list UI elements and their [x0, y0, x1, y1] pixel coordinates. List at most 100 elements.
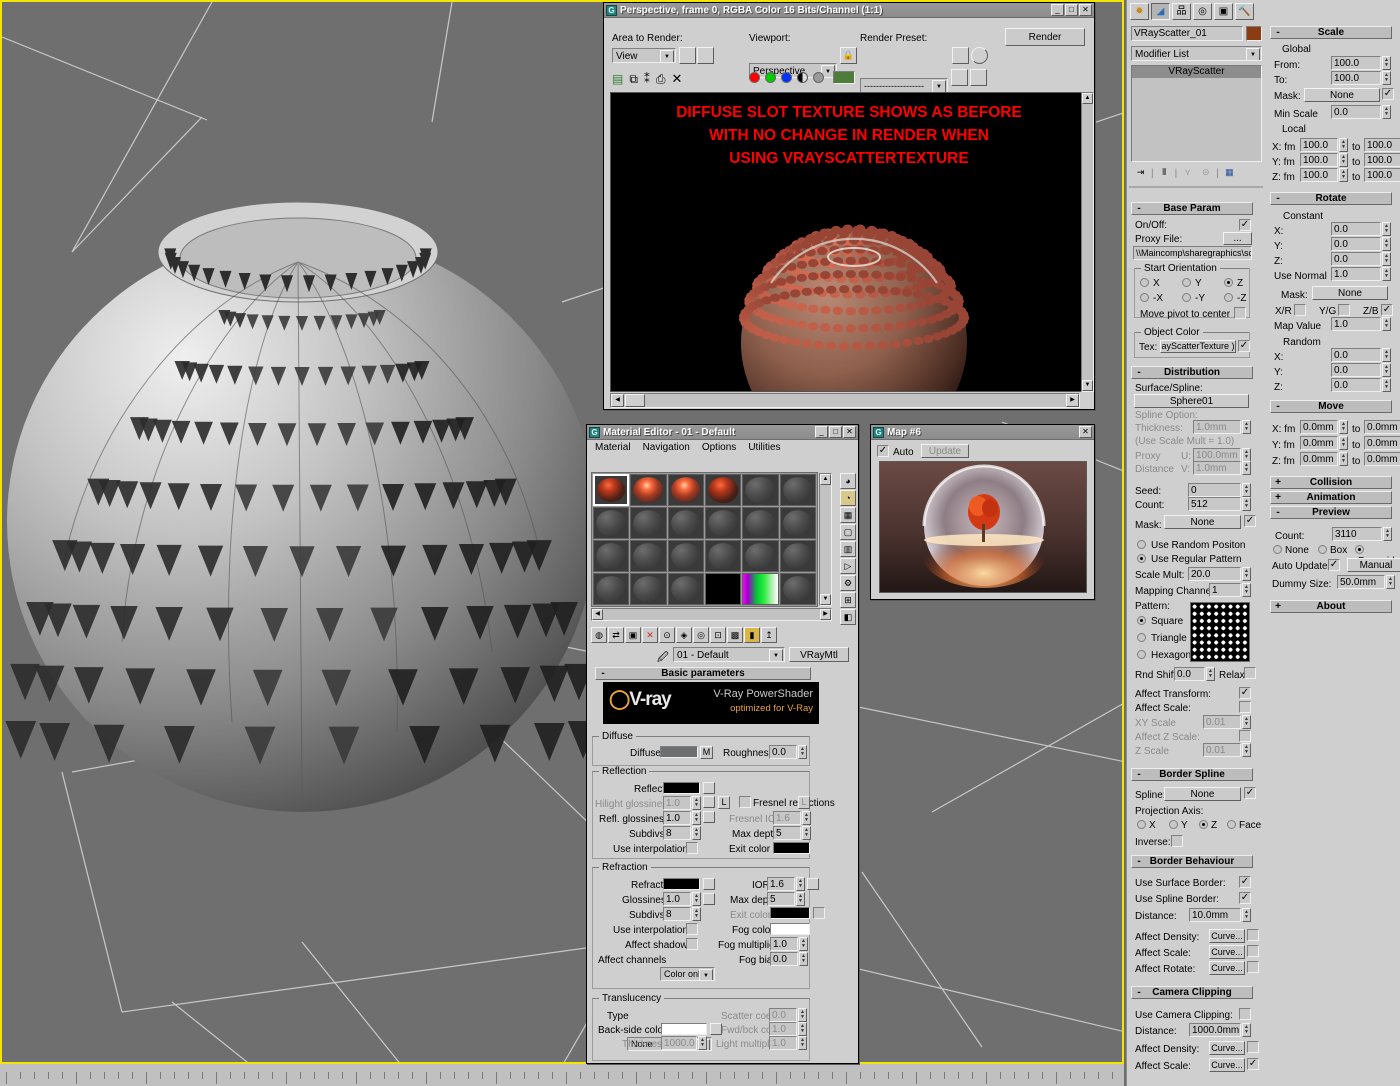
- refraction-glossiness-map-button[interactable]: [703, 893, 715, 905]
- get-material-icon[interactable]: ◍: [591, 627, 607, 643]
- clone-image-icon[interactable]: ⁑: [644, 72, 650, 86]
- use-regular-pattern-radio[interactable]: [1137, 554, 1146, 563]
- refract-map-button[interactable]: [703, 878, 715, 890]
- refraction-glossiness-spinner[interactable]: ▲ ▼: [692, 892, 701, 906]
- xy-scale-value[interactable]: 0.01: [1203, 715, 1241, 729]
- border-spline-rollout[interactable]: - Border Spline: [1131, 768, 1253, 781]
- sample-slot[interactable]: [593, 474, 630, 506]
- projection-y-radio[interactable]: [1169, 820, 1178, 829]
- reflection-exit-color-swatch[interactable]: [773, 842, 810, 854]
- material-editor-toolbar[interactable]: ◍ ⇄ ▣ ✕ ⊙ ◈ ◎ ⊡ ▩ ▮ ↥: [591, 627, 777, 643]
- rotate-random-x-value[interactable]: 0.0: [1331, 348, 1381, 362]
- border-affect-rotate-button[interactable]: Curve...: [1209, 961, 1245, 975]
- eyedropper-icon[interactable]: 🖉: [657, 649, 669, 668]
- base-param-rollout[interactable]: - Base Param: [1131, 202, 1253, 215]
- camera-distance-spinner[interactable]: ▲ ▼: [1242, 1023, 1251, 1037]
- sample-slot[interactable]: [630, 507, 667, 539]
- projection-z-radio[interactable]: [1199, 820, 1208, 829]
- refl-glossiness-map-button[interactable]: [703, 811, 715, 823]
- slot-hscrollbar[interactable]: ◀ ▶: [591, 608, 832, 621]
- distribution-rollout[interactable]: - Distribution: [1131, 366, 1253, 379]
- border-affect-scale-button[interactable]: Curve...: [1209, 945, 1245, 959]
- seed-value[interactable]: 0: [1188, 483, 1241, 497]
- scroll-right-icon[interactable]: ▶: [820, 609, 831, 620]
- timeline-ruler[interactable]: [0, 1064, 1124, 1086]
- mapping-channel-spinner[interactable]: ▲ ▼: [1242, 583, 1251, 597]
- pattern-hexagon-radio[interactable]: [1137, 650, 1146, 659]
- auto-update-checkbox[interactable]: ✓: [1328, 559, 1340, 571]
- close-button[interactable]: ✕: [843, 426, 856, 438]
- background-color-swatch[interactable]: [833, 71, 855, 84]
- menu-material[interactable]: Material: [589, 441, 637, 455]
- preview-count-value[interactable]: 3110: [1332, 527, 1382, 541]
- make-preview-icon[interactable]: ▷: [840, 558, 856, 574]
- ior-spinner[interactable]: ▲ ▼: [796, 877, 805, 891]
- configure-sets-icon[interactable]: ▦: [1222, 166, 1237, 180]
- move-z-from-spinner[interactable]: ▲ ▼: [1339, 452, 1348, 466]
- reflection-max-depth-value[interactable]: 5: [773, 826, 801, 840]
- pin-stack-icon[interactable]: ⇥: [1133, 166, 1148, 180]
- move-pivot-checkbox[interactable]: [1234, 307, 1246, 319]
- scroll-up-icon[interactable]: ▲: [820, 474, 831, 485]
- use-spline-border-checkbox[interactable]: ✓: [1239, 892, 1251, 904]
- close-button[interactable]: ✕: [1079, 4, 1092, 16]
- mapping-channel-value[interactable]: 1: [1209, 583, 1241, 597]
- assign-material-icon[interactable]: ▣: [625, 627, 641, 643]
- reflection-subdivs-value[interactable]: 8: [663, 826, 691, 840]
- scale-from-spinner[interactable]: ▲ ▼: [1382, 56, 1391, 70]
- fog-bias-value[interactable]: 0.0: [770, 952, 798, 966]
- sample-type-icon[interactable]: ◕: [840, 473, 856, 489]
- roughness-value[interactable]: 0.0: [769, 745, 797, 759]
- fresnel-ior-spinner[interactable]: ▲ ▼: [802, 811, 811, 825]
- rnd-shift-value[interactable]: 0.0: [1174, 667, 1205, 681]
- hilight-lock-button[interactable]: L: [718, 796, 730, 809]
- lock-icon[interactable]: 🔒: [840, 47, 857, 64]
- command-panel[interactable]: ✹ ◢ 品 ◎ ▣ 🔨 VRayScatter_01 Modifier List…: [1126, 0, 1400, 1086]
- manual-button[interactable]: Manual: [1347, 558, 1400, 572]
- material-editor-window[interactable]: G Material Editor - 01 - Default _ □ ✕ M…: [586, 424, 859, 1064]
- scroll-down-icon[interactable]: ▼: [1082, 380, 1093, 391]
- camera-affect-density-button[interactable]: Curve...: [1209, 1041, 1245, 1055]
- mask-checkbox[interactable]: ✓: [1244, 515, 1256, 527]
- thickness-value[interactable]: 1000.0: [661, 1036, 697, 1050]
- sample-slot[interactable]: [593, 507, 630, 539]
- menu-utilities[interactable]: Utilities: [742, 441, 786, 455]
- slot-vscrollbar[interactable]: ▲ ▼: [819, 473, 832, 606]
- preview-rollout[interactable]: - Preview: [1270, 506, 1392, 519]
- proxy-u-spinner[interactable]: ▲ ▼: [1242, 448, 1251, 462]
- fog-color-swatch[interactable]: [770, 923, 810, 935]
- animation-rollout[interactable]: + Animation: [1270, 491, 1392, 504]
- border-affect-scale-checkbox[interactable]: [1247, 945, 1259, 957]
- rotate-y-value[interactable]: 0.0: [1331, 237, 1381, 251]
- scale-z-to[interactable]: 100.0: [1364, 168, 1400, 182]
- menu-navigation[interactable]: Navigation: [637, 441, 696, 455]
- scroll-up-icon[interactable]: ▲: [1082, 93, 1093, 104]
- sample-slot[interactable]: [779, 474, 816, 506]
- border-spline-checkbox[interactable]: ✓: [1244, 787, 1256, 799]
- use-camera-clipping-checkbox[interactable]: [1239, 1008, 1251, 1020]
- green-channel-icon[interactable]: [765, 72, 776, 83]
- tex-checkbox[interactable]: ✓: [1238, 340, 1250, 352]
- tex-button[interactable]: ayScatterTexture ): [1160, 340, 1236, 353]
- object-color-swatch[interactable]: [1246, 26, 1262, 41]
- rotate-mask-button[interactable]: None: [1312, 286, 1388, 300]
- move-rollout[interactable]: - Move: [1270, 400, 1392, 413]
- proxy-file-browse-button[interactable]: ...: [1223, 232, 1252, 245]
- scale-x-to[interactable]: 100.0: [1364, 138, 1400, 152]
- use-normal-value[interactable]: 1.0: [1331, 267, 1381, 281]
- move-x-to[interactable]: 0.0mm: [1364, 420, 1400, 434]
- utilities-tab[interactable]: 🔨: [1235, 3, 1254, 20]
- rotate-rollout[interactable]: - Rotate: [1270, 192, 1392, 205]
- affect-shadows-checkbox[interactable]: [686, 938, 698, 950]
- diffuse-map-button[interactable]: M: [700, 746, 713, 759]
- fresnel-ior-value[interactable]: 1.6: [773, 811, 801, 825]
- border-spline-button[interactable]: None: [1164, 787, 1241, 801]
- render-setup-icon[interactable]: [952, 47, 969, 64]
- yg-checkbox[interactable]: [1338, 304, 1350, 316]
- minimize-button[interactable]: _: [1051, 4, 1064, 16]
- move-y-to[interactable]: 0.0mm: [1364, 436, 1400, 450]
- relax-checkbox[interactable]: [1244, 667, 1256, 679]
- sample-slot[interactable]: [742, 507, 779, 539]
- preview-count-spinner[interactable]: ▲ ▼: [1383, 527, 1392, 541]
- scale-y-from[interactable]: 100.0: [1300, 153, 1338, 167]
